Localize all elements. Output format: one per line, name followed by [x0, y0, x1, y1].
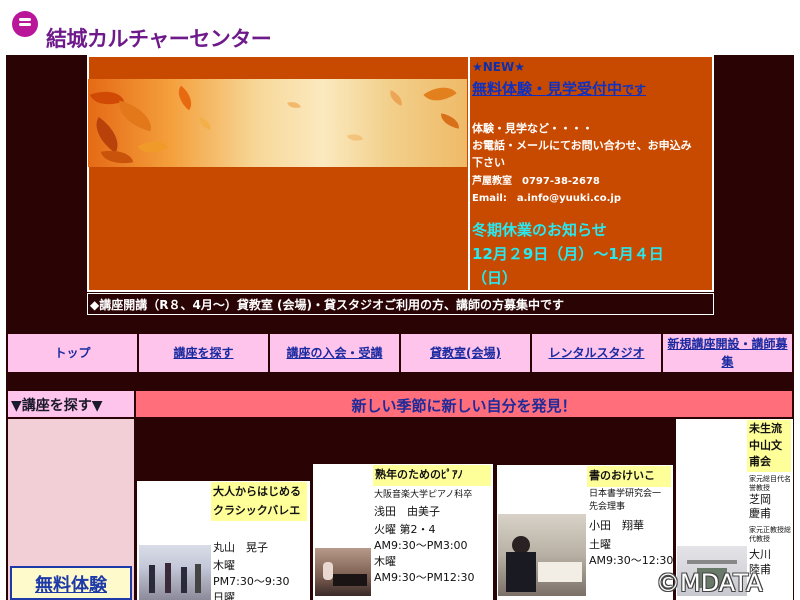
season-banner-text: 新しい季節に新しい自分を発見！ — [351, 397, 577, 415]
news-headline-link[interactable]: 無料体験・見学受付中です — [472, 78, 646, 99]
teacher-calligraphy: 小田 翔華 — [589, 519, 644, 532]
piano-photo — [315, 548, 371, 596]
affiliation-ikebana-1: 家元総目代名誉教授 — [749, 475, 791, 493]
news-line-1: 体験・見学など・・・・ — [472, 122, 593, 135]
site-header: 結城カルチャーセンター — [0, 0, 800, 56]
schedule-piano-time2: AM9:30～PM12:30 — [374, 571, 475, 584]
news-email: Email: a.info@yuuki.co.jp — [472, 193, 621, 204]
nav-new-course-label[interactable]: 新規講座開設・講師募集 — [666, 335, 789, 371]
news-line-2: お電話・メールにてお問い合わせ、お申込み — [472, 139, 692, 152]
nav-top-label[interactable]: トップ — [54, 344, 90, 362]
free-trial-label[interactable]: 無料体験 — [35, 571, 107, 597]
schedule-ballet-time: PM7:30～9:30 — [213, 575, 290, 588]
course-title-ballet[interactable]: 大人からはじめるクラシックバレエ — [211, 482, 307, 522]
teacher-ballet: 丸山 晃子 — [213, 541, 268, 554]
logo-icon[interactable] — [12, 11, 38, 37]
nav-enrollment-label[interactable]: 講座の入会・受講 — [286, 344, 382, 362]
nav-find-course-label[interactable]: 講座を探す — [173, 344, 233, 362]
news-headline-suffix[interactable]: です — [622, 83, 646, 97]
news-badge: ★NEW★ — [472, 60, 525, 74]
affiliation-piano: 大阪音楽大学ピアノ科卒 — [374, 490, 473, 500]
schedule-piano-day2: 木曜 — [374, 555, 396, 568]
course-title-ikebana[interactable]: 未生流中山文甫会 — [747, 420, 791, 472]
schedule-ballet-day: 木曜 — [213, 559, 235, 572]
search-heading: ▼講座を探す▼ — [8, 391, 134, 417]
nav-enrollment[interactable]: 講座の入会・受講 — [270, 334, 399, 372]
news-phone: 芦屋教室 0797-38-2678 — [472, 176, 600, 187]
teacher-ikebana-2: 大川 — [749, 548, 782, 561]
hero-divider — [468, 57, 470, 290]
free-trial-button[interactable]: 無料体験 — [10, 566, 132, 600]
holiday-dates: 12月２9日（月）～1月４日 — [472, 245, 664, 263]
notice-text: ◆講座開講（R８、4月～）貸教室 (会場)・貸スタジオご利用の方、講師の方募集中… — [90, 298, 564, 312]
nav-top[interactable]: トップ — [8, 334, 137, 372]
site-title[interactable]: 結城カルチャーセンター — [46, 23, 272, 53]
holiday-dates-cont: （日） — [472, 269, 518, 287]
nav-find-course[interactable]: 講座を探す — [139, 334, 268, 372]
nav-room-rental[interactable]: 貸教室(会場) — [401, 334, 530, 372]
nav-new-course[interactable]: 新規講座開設・講師募集 — [663, 334, 792, 372]
nav-room-rental-label[interactable]: 貸教室(会場) — [430, 344, 501, 362]
calligraphy-photo — [498, 514, 586, 596]
ballet-photo — [139, 545, 211, 600]
news-line-3: 下さい — [472, 156, 505, 169]
nav-studio-rental[interactable]: レンタルスタジオ — [532, 334, 661, 372]
affiliation-ikebana-2: 家元正教授総代教授 — [749, 526, 791, 544]
nav-studio-rental-label[interactable]: レンタルスタジオ — [548, 344, 644, 362]
schedule-ballet-day2: 日曜 — [213, 591, 235, 600]
news-headline[interactable]: 無料体験・見学受付中 — [472, 80, 622, 98]
schedule-piano-day: 火曜 第2・4 — [374, 523, 436, 536]
autumn-leaves-image — [88, 79, 467, 167]
affiliation-calligraphy: 日本書学研究会一先会理事 — [589, 489, 662, 512]
course-title-calligraphy[interactable]: 書のおけいこ — [587, 466, 671, 487]
holiday-title: 冬期休業のお知らせ — [472, 221, 607, 239]
schedule-calligraphy-day: 土曜 — [589, 538, 611, 551]
season-banner: 新しい季節に新しい自分を発見！ — [136, 391, 792, 417]
course-title-piano[interactable]: 熟年のためのﾋﾟｱﾉ — [373, 465, 491, 486]
search-heading-text: ▼講座を探す▼ — [11, 398, 103, 414]
teacher-piano: 浅田 由美子 — [374, 505, 440, 518]
schedule-calligraphy-time: AM9:30～12:30 — [589, 554, 674, 567]
copyright-watermark: ©MDATA — [656, 569, 763, 597]
teacher-ikebana-1: 芝岡 慶甫 — [749, 493, 782, 521]
schedule-piano-time: AM9:30～PM3:00 — [374, 539, 468, 552]
